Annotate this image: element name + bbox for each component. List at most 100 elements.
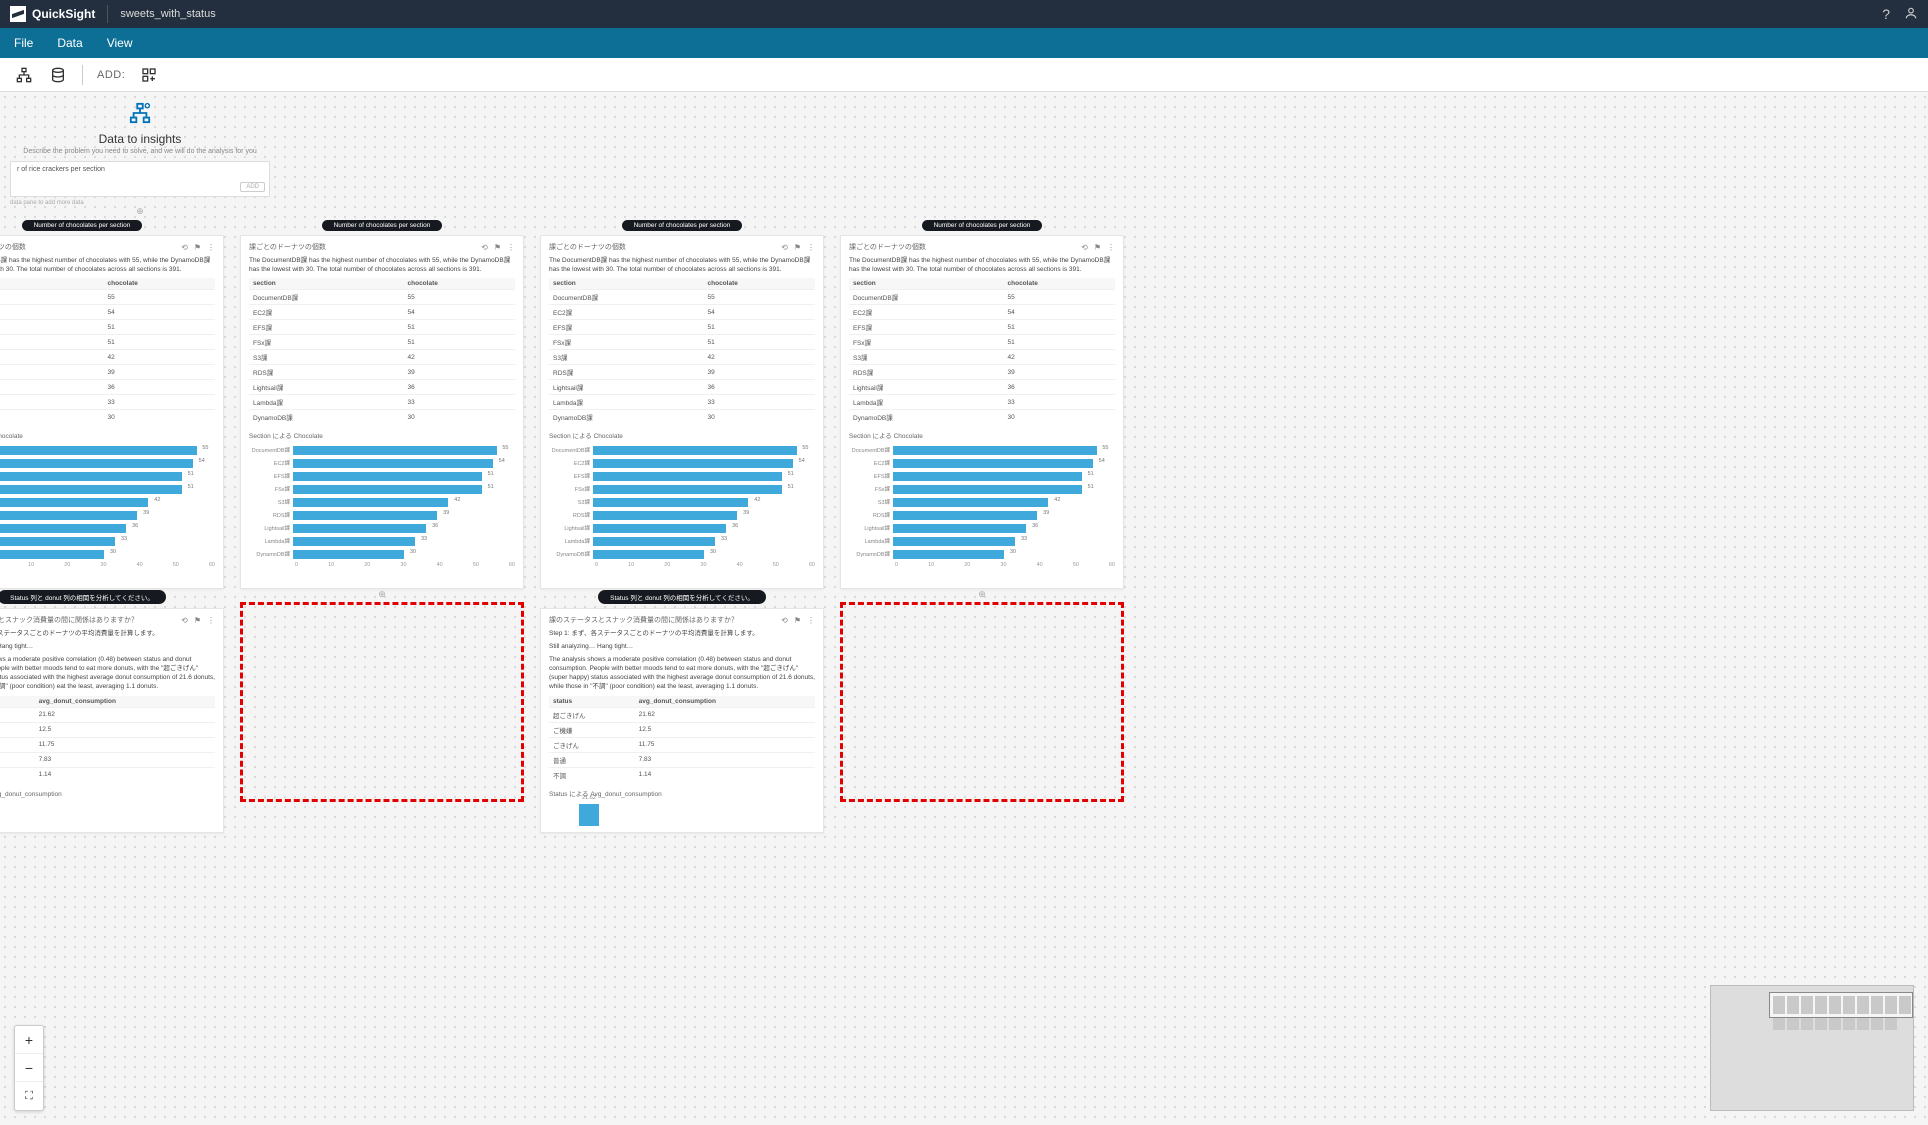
data-table: sectionchocolateDocumentDB課55EC2課54EFS課5…	[849, 278, 1115, 424]
toolbar: ADD:	[0, 58, 1928, 92]
insight-card[interactable]: 課ごとのドーナツの個数 ⟲ ⚑ ⋮ The DocumentDB課 has th…	[0, 235, 224, 589]
data-table: statusavg_donut_consumption超ごきげん21.62ご機嫌…	[0, 696, 215, 782]
zoom-in-button[interactable]: +	[15, 1026, 43, 1054]
chart-title: Section による Chocolate	[849, 430, 1115, 440]
card-title: 課のステータスとスナック消費量の間に関係はありますか？	[549, 615, 738, 625]
thread-pill[interactable]: Number of chocolates per section	[22, 220, 143, 231]
insights-icon	[10, 102, 270, 130]
card-title: 課のステータスとスナック消費量の間に関係はありますか？	[0, 615, 138, 625]
help-icon[interactable]: ?	[1882, 6, 1890, 22]
app-logo[interactable]: QuickSight	[10, 6, 95, 22]
more-icon[interactable]: ⋮	[507, 243, 515, 252]
card-col: Number of chocolates per section 課ごとのドーナ…	[840, 220, 1124, 600]
zoom-fit-button[interactable]: ⛶	[15, 1082, 43, 1110]
insight-text: The DocumentDB課 has the highest number o…	[849, 256, 1115, 274]
bar-chart: DocumentDB課55EC2課54EFS課51FSx課51S3課42RDS課…	[0, 444, 215, 568]
thread-pill[interactable]: Status 列と donut 列の相関を分析してください。	[598, 590, 766, 604]
connector-icon: ⊕	[10, 206, 270, 217]
flag-icon[interactable]: ⚑	[494, 243, 501, 252]
more-icon[interactable]: ⋮	[807, 243, 815, 252]
step-text: Step 1: まず、各ステータスごとのドーナツの平均消費量を計算します。	[549, 629, 815, 638]
thread-pill[interactable]: Number of chocolates per section	[322, 220, 443, 231]
analyzing-text: Still analyzing… Hang tight…	[0, 642, 215, 651]
insight-card[interactable]: 課のステータスとスナック消費量の間に関係はありますか？ ⟲ ⚑ ⋮ Step 1…	[540, 608, 824, 833]
card-col: Number of chocolates per section 課ごとのドーナ…	[0, 220, 224, 600]
vbar-chart: 21.62	[549, 802, 815, 826]
data-table: sectionchocolateDocumentDB課55EC2課54EFS課5…	[249, 278, 515, 424]
card-col: Status 列と donut 列の相関を分析してください。 課のステータスとス…	[540, 590, 824, 833]
file-name: sweets_with_status	[120, 8, 215, 20]
more-icon[interactable]: ⋮	[207, 616, 215, 625]
d2i-input-text: r of rice crackers per section	[17, 166, 105, 173]
card-col	[240, 590, 524, 833]
chart-title: Section による Chocolate	[0, 430, 215, 440]
d2i-title: Data to insights	[10, 132, 270, 146]
thread-pill[interactable]: Status 列と donut 列の相関を分析してください。	[0, 590, 166, 604]
zoom-out-button[interactable]: −	[15, 1054, 43, 1082]
insight-text: The DocumentDB課 has the highest number o…	[0, 256, 215, 274]
body-text: The analysis shows a moderate positive c…	[549, 655, 815, 691]
zoom-controls: + − ⛶	[14, 1025, 44, 1111]
topbar: QuickSight sweets_with_status ?	[0, 0, 1928, 28]
insight-card[interactable]: 課ごとのドーナツの個数 ⟲ ⚑ ⋮ The DocumentDB課 has th…	[240, 235, 524, 589]
data-to-insights-panel: Data to insights Describe the problem yo…	[10, 102, 270, 217]
divider	[107, 5, 108, 23]
chart-title: Status による Avg_donut_consumption	[0, 788, 215, 798]
insight-card[interactable]: 課ごとのドーナツの個数 ⟲ ⚑ ⋮ The DocumentDB課 has th…	[840, 235, 1124, 589]
menu-view[interactable]: View	[107, 36, 133, 50]
add-label: ADD:	[97, 69, 125, 81]
menu-bar: File Data View	[0, 28, 1928, 58]
more-icon[interactable]: ⋮	[807, 616, 815, 625]
thread-pill[interactable]: Number of chocolates per section	[622, 220, 743, 231]
d2i-subtitle: Describe the problem you need to solve, …	[10, 148, 270, 155]
add-visual-icon[interactable]	[139, 65, 159, 85]
flag-icon[interactable]: ⚑	[794, 616, 801, 625]
body-text: The analysis shows a moderate positive c…	[0, 655, 215, 691]
d2i-ask-button[interactable]: ADD	[240, 182, 265, 192]
separator	[82, 65, 83, 85]
d2i-input[interactable]: r of rice crackers per section ADD	[10, 161, 270, 197]
card-title: 課ごとのドーナツの個数	[0, 242, 26, 252]
more-icon[interactable]: ⋮	[1107, 243, 1115, 252]
refresh-icon[interactable]: ⟲	[181, 616, 188, 625]
insight-text: The DocumentDB課 has the highest number o…	[249, 256, 515, 274]
flag-icon[interactable]: ⚑	[1094, 243, 1101, 252]
bar-chart: DocumentDB課55EC2課54EFS課51FSx課51S3課42RDS課…	[849, 444, 1115, 568]
card-title: 課ごとのドーナツの個数	[849, 242, 926, 252]
app-name: QuickSight	[32, 7, 95, 21]
insight-text: The DocumentDB課 has the highest number o…	[549, 256, 815, 274]
refresh-icon[interactable]: ⟲	[181, 243, 188, 252]
analyzing-text: Still analyzing… Hang tight…	[549, 642, 815, 651]
empty-card[interactable]	[240, 602, 524, 802]
menu-data[interactable]: Data	[57, 36, 82, 50]
chart-title: Section による Chocolate	[549, 430, 815, 440]
user-icon[interactable]	[1904, 6, 1918, 23]
card-title: 課ごとのドーナツの個数	[549, 242, 626, 252]
refresh-icon[interactable]: ⟲	[1081, 243, 1088, 252]
empty-card[interactable]	[840, 602, 1124, 802]
flag-icon[interactable]: ⚑	[194, 243, 201, 252]
more-icon[interactable]: ⋮	[207, 243, 215, 252]
minimap[interactable]	[1710, 985, 1914, 1111]
step-text: Step 1: まず、各ステータスごとのドーナツの平均消費量を計算します。	[0, 629, 215, 638]
canvas[interactable]: Data to insights Describe the problem yo…	[0, 92, 1928, 1125]
card-col	[840, 590, 1124, 833]
hierarchy-icon[interactable]	[14, 65, 34, 85]
insight-card[interactable]: 課のステータスとスナック消費量の間に関係はありますか？ ⟲ ⚑ ⋮ Step 1…	[0, 608, 224, 833]
bar-chart: DocumentDB課55EC2課54EFS課51FSx課51S3課42RDS課…	[249, 444, 515, 568]
refresh-icon[interactable]: ⟲	[781, 243, 788, 252]
flag-icon[interactable]: ⚑	[194, 616, 201, 625]
card-col: Number of chocolates per section 課ごとのドーナ…	[540, 220, 824, 600]
logo-icon	[10, 6, 26, 22]
row-status: てください。 ⟲ ⚑ ⋮ ons 1. ます。 een status and d…	[0, 590, 1124, 833]
refresh-icon[interactable]: ⟲	[481, 243, 488, 252]
database-icon[interactable]	[48, 65, 68, 85]
flag-icon[interactable]: ⚑	[794, 243, 801, 252]
card-col: Number of chocolates per section 課ごとのドーナ…	[240, 220, 524, 600]
card-col: Status 列と donut 列の相関を分析してください。 課のステータスとス…	[0, 590, 224, 833]
refresh-icon[interactable]: ⟲	[781, 616, 788, 625]
insight-card[interactable]: 課ごとのドーナツの個数 ⟲ ⚑ ⋮ The DocumentDB課 has th…	[540, 235, 824, 589]
data-table: statusavg_donut_consumption超ごきげん21.62ご機嫌…	[549, 696, 815, 782]
thread-pill[interactable]: Number of chocolates per section	[922, 220, 1043, 231]
menu-file[interactable]: File	[14, 36, 33, 50]
